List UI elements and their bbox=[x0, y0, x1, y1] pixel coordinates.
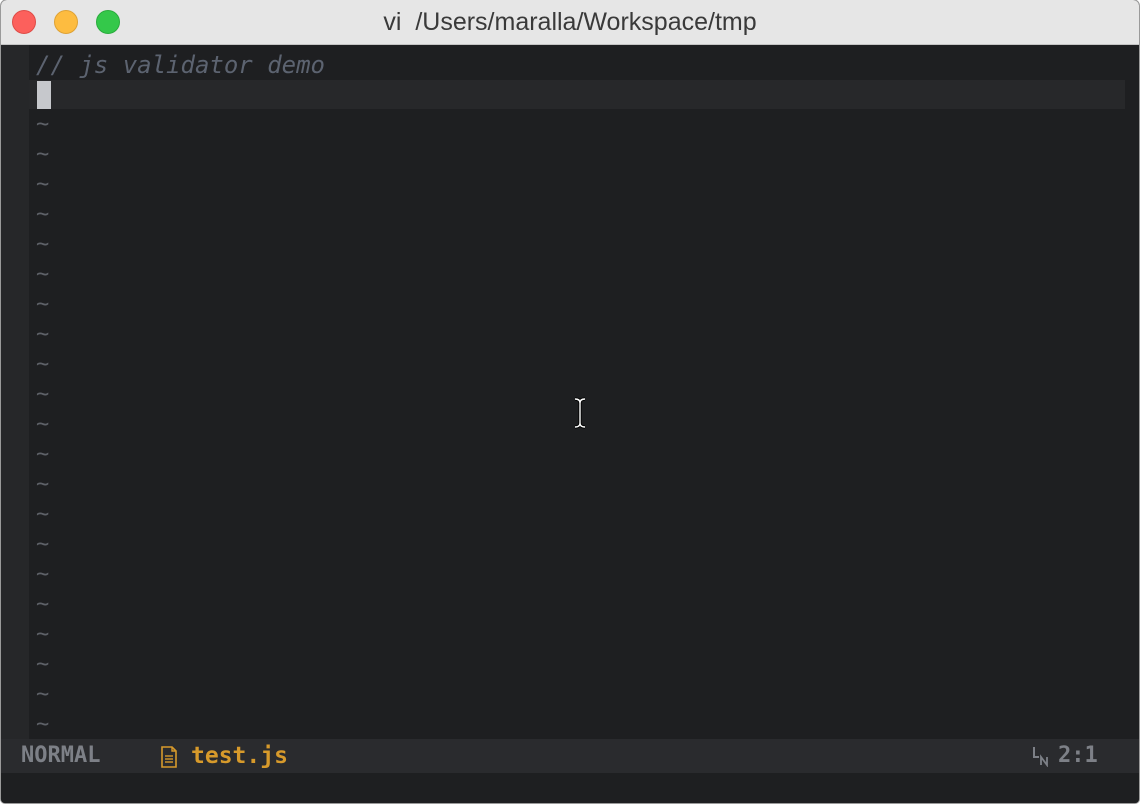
empty-line-marker: ~ bbox=[36, 202, 50, 227]
sign-column bbox=[1, 45, 29, 739]
empty-line-marker: ~ bbox=[36, 292, 50, 317]
file-name: test.js bbox=[191, 743, 288, 769]
empty-line-marker: ~ bbox=[36, 262, 50, 287]
window-title: vi /Users/maralla/Workspace/tmp bbox=[383, 8, 757, 36]
command-line[interactable] bbox=[1, 773, 1139, 803]
status-line: NORMAL test.js 2:1 bbox=[1, 739, 1139, 773]
empty-line-marker: ~ bbox=[36, 172, 50, 197]
empty-line-marker: ~ bbox=[36, 712, 50, 737]
empty-line-marker: ~ bbox=[36, 622, 50, 647]
cursor-position: 2:1 bbox=[1058, 743, 1098, 768]
empty-line-marker: ~ bbox=[36, 532, 50, 557]
cursor-line-highlight bbox=[29, 80, 1125, 109]
empty-line-marker: ~ bbox=[36, 472, 50, 497]
empty-line-marker: ~ bbox=[36, 682, 50, 707]
empty-line-marker: ~ bbox=[36, 412, 50, 437]
editor-area[interactable]: // js validator demo ~ ~ ~ ~ ~ ~ ~ ~ ~ ~ ~ ~ ~ ~ ~ ~ ~ ~ ~… bbox=[1, 45, 1139, 739]
title-bar[interactable]: vi /Users/maralla/Workspace/tmp bbox=[1, 0, 1139, 45]
file-icon bbox=[161, 746, 177, 768]
line-number-icon bbox=[1033, 747, 1048, 767]
empty-line-marker: ~ bbox=[36, 112, 50, 137]
empty-line-marker: ~ bbox=[36, 592, 50, 617]
empty-line-marker: ~ bbox=[36, 562, 50, 587]
terminal-window: vi /Users/maralla/Workspace/tmp // js va… bbox=[1, 0, 1139, 803]
text-cursor bbox=[37, 81, 51, 109]
empty-line-marker: ~ bbox=[36, 502, 50, 527]
mode-indicator: NORMAL bbox=[21, 743, 101, 768]
empty-line-marker: ~ bbox=[36, 442, 50, 467]
empty-line-marker: ~ bbox=[36, 352, 50, 377]
empty-line-marker: ~ bbox=[36, 322, 50, 347]
empty-line-marker: ~ bbox=[36, 382, 50, 407]
mouse-ibeam-icon bbox=[574, 397, 586, 429]
empty-line-marker: ~ bbox=[36, 142, 50, 167]
code-line-1[interactable]: // js validator demo bbox=[36, 50, 325, 80]
empty-line-marker: ~ bbox=[36, 652, 50, 677]
empty-line-marker: ~ bbox=[36, 232, 50, 257]
